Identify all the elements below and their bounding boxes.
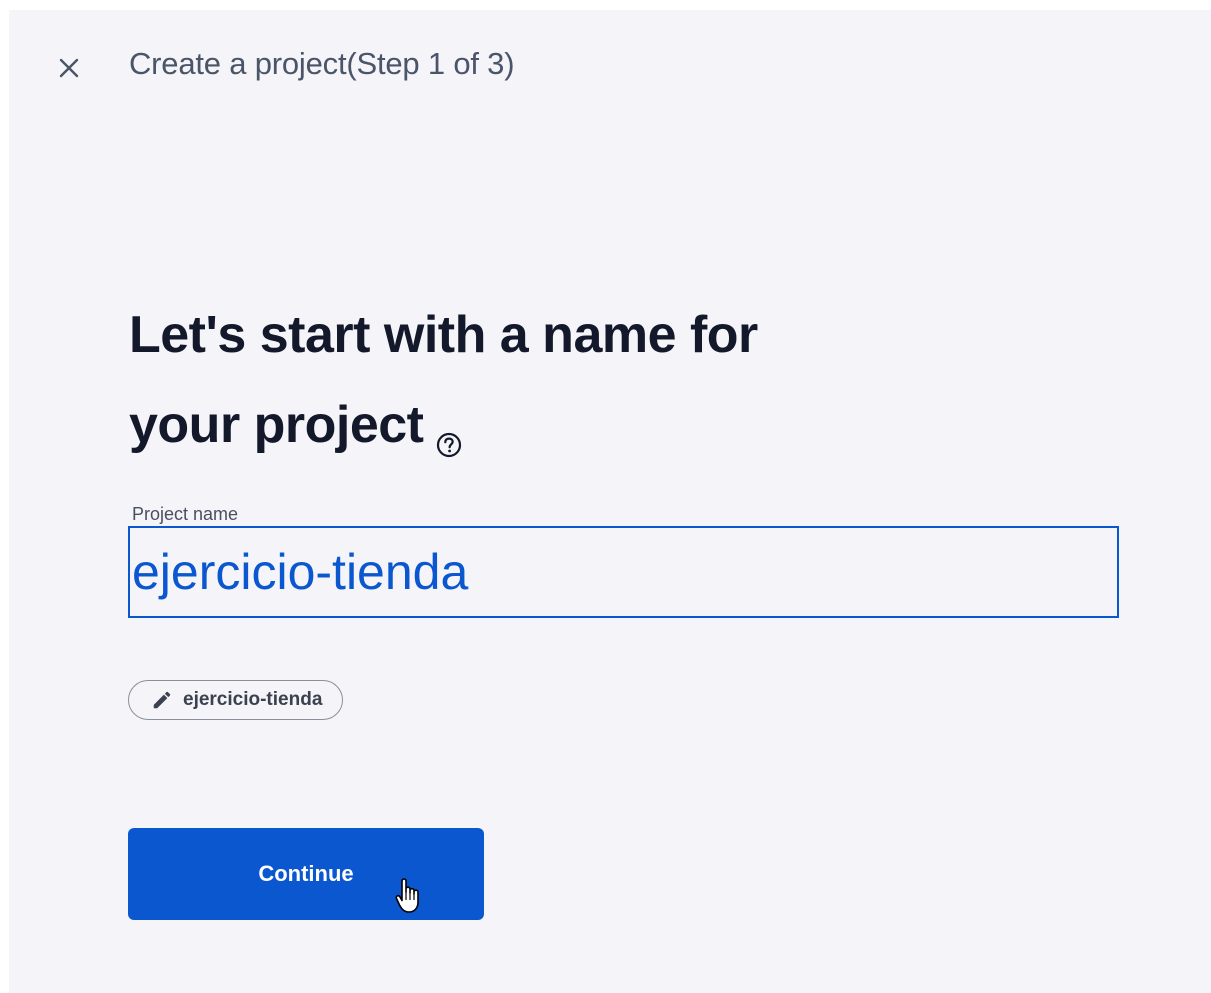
create-project-panel: Create a project(Step 1 of 3) Let's star… <box>9 10 1211 993</box>
project-name-input[interactable] <box>128 526 1119 618</box>
project-id-chip[interactable]: ejercicio-tienda <box>128 680 344 720</box>
close-icon <box>59 58 79 78</box>
project-name-label: Project name <box>132 504 239 524</box>
pencil-icon <box>153 691 171 709</box>
page-heading: Let's start with a name for your project <box>129 290 909 470</box>
page-title: Create a project(Step 1 of 3) <box>129 46 515 81</box>
continue-button[interactable]: Continue <box>128 828 484 920</box>
close-button[interactable] <box>49 48 89 88</box>
heading-line-2: your project <box>129 396 424 454</box>
project-id-label: ejercicio-tienda <box>183 689 323 710</box>
top-bar: Create a project(Step 1 of 3) <box>9 10 1211 126</box>
heading-line-1: Let's start with a name for <box>129 306 758 364</box>
help-circle-icon[interactable] <box>434 398 464 458</box>
